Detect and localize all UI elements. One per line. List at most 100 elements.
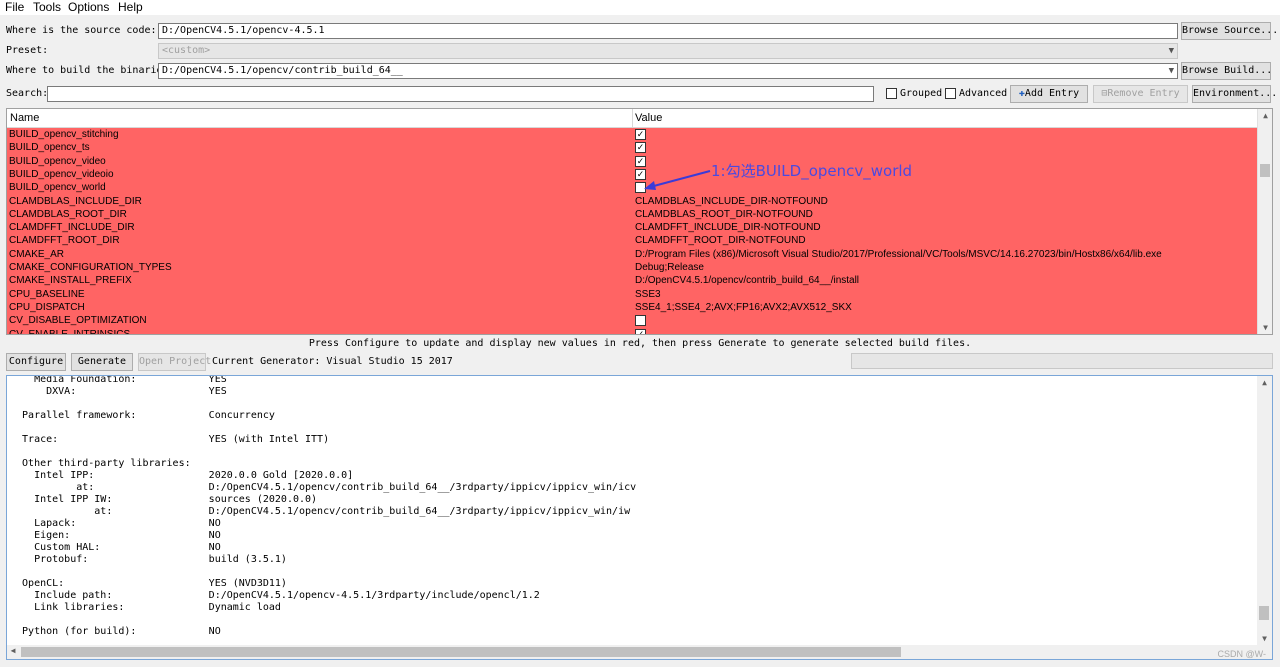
output-horizontal-scrollbar[interactable]: ◀: [7, 645, 1257, 659]
cache-table: Name Value BUILD_opencv_stitching ✓ BUILD_…: [6, 108, 1273, 335]
table-rows: BUILD_opencv_stitching ✓ BUILD_opencv_ts ✓ B…: [7, 128, 1258, 335]
generate-button[interactable]: Generate: [71, 353, 133, 371]
current-generator: Current Generator: Visual Studio 15 2017: [212, 356, 453, 367]
unchecked-checkbox-icon[interactable]: [635, 315, 646, 327]
preset-value: <custom>: [162, 45, 211, 56]
scroll-up-icon[interactable]: ▲: [1257, 378, 1272, 387]
row-name: CLAMDFFT_ROOT_DIR: [9, 235, 120, 247]
checked-checkbox-icon[interactable]: ✓: [635, 129, 646, 140]
advanced-label: Advanced: [959, 88, 1008, 99]
scroll-up-icon[interactable]: ▲: [1258, 111, 1272, 120]
table-row[interactable]: CLAMDFFT_ROOT_DIR CLAMDFFT_ROOT_DIR-NOTFO…: [7, 234, 1258, 247]
menu-bar: File Tools Options Help: [0, 0, 1280, 15]
table-row[interactable]: CLAMDFFT_INCLUDE_DIR CLAMDFFT_INCLUDE_DIR…: [7, 221, 1258, 234]
preset-label: Preset:: [6, 45, 49, 56]
configure-button[interactable]: Configure: [6, 353, 66, 371]
add-entry-button[interactable]: ✚Add Entry: [1010, 85, 1088, 103]
progress-bar: [851, 353, 1273, 369]
menu-options[interactable]: Options: [68, 0, 109, 15]
table-row[interactable]: CV_DISABLE_OPTIMIZATION: [7, 314, 1258, 327]
row-name: CMAKE_INSTALL_PREFIX: [9, 275, 132, 287]
remove-entry-label: Remove Entry: [1107, 88, 1180, 99]
table-row[interactable]: BUILD_opencv_world: [7, 181, 1258, 194]
row-value[interactable]: CLAMDBLAS_INCLUDE_DIR-NOTFOUND: [635, 195, 828, 208]
row-value[interactable]: CLAMDFFT_ROOT_DIR-NOTFOUND: [635, 234, 806, 247]
row-value[interactable]: SSE3: [635, 288, 661, 301]
browse-build-button[interactable]: Browse Build...: [1181, 62, 1272, 80]
table-row[interactable]: BUILD_opencv_stitching ✓: [7, 128, 1258, 141]
browse-source-button[interactable]: Browse Source...: [1181, 22, 1278, 40]
row-name: BUILD_opencv_world: [9, 182, 106, 194]
hint-text: Press Configure to update and display ne…: [308, 338, 972, 349]
table-row[interactable]: CMAKE_CONFIGURATION_TYPES Debug;Release: [7, 261, 1258, 274]
chevron-down-icon: ▼: [1168, 66, 1174, 76]
build-path-value: D:/OpenCV4.5.1/opencv/contrib_build_64__: [162, 65, 403, 76]
advanced-checkbox[interactable]: [945, 88, 956, 99]
source-path-value: D:/OpenCV4.5.1/opencv-4.5.1: [162, 25, 325, 36]
row-name: BUILD_opencv_videoio: [9, 168, 114, 180]
column-separator[interactable]: [632, 109, 633, 128]
menu-tools[interactable]: Tools: [33, 0, 61, 15]
table-row[interactable]: CLAMDBLAS_ROOT_DIR CLAMDBLAS_ROOT_DIR-NOT…: [7, 208, 1258, 221]
scrollbar-thumb[interactable]: [1260, 164, 1270, 177]
table-row[interactable]: CPU_DISPATCH SSE4_1;SSE4_2;AVX;FP16;AVX2;…: [7, 301, 1258, 314]
table-row[interactable]: CV_ENABLE_INTRINSICS ✓: [7, 328, 1258, 335]
table-header: Name Value: [7, 109, 1258, 128]
row-value[interactable]: D:/OpenCV4.5.1/opencv/contrib_build_64__…: [635, 274, 859, 287]
menu-help[interactable]: Help: [118, 0, 143, 15]
table-row[interactable]: CPU_BASELINE SSE3: [7, 288, 1258, 301]
scrollbar-thumb[interactable]: [1259, 606, 1269, 620]
search-input[interactable]: [47, 86, 874, 102]
scroll-left-icon[interactable]: ◀: [7, 646, 19, 655]
table-row[interactable]: BUILD_opencv_videoio ✓: [7, 168, 1258, 181]
row-name: CPU_DISPATCH: [9, 301, 85, 313]
annotation-arrow-icon: [644, 170, 711, 190]
row-value[interactable]: SSE4_1;SSE4_2;AVX;FP16;AVX2;AVX512_SKX: [635, 301, 852, 314]
environment-button[interactable]: Environment...: [1192, 85, 1277, 103]
watermark: CSDN @W-: [1217, 649, 1266, 659]
scroll-down-icon[interactable]: ▼: [1258, 323, 1272, 332]
source-label: Where is the source code:: [6, 25, 157, 36]
row-name: CLAMDBLAS_ROOT_DIR: [9, 208, 127, 220]
column-header-value[interactable]: Value: [635, 112, 662, 124]
row-value[interactable]: CLAMDFFT_INCLUDE_DIR-NOTFOUND: [635, 221, 821, 234]
row-name: CLAMDBLAS_INCLUDE_DIR: [9, 195, 142, 207]
build-path-select[interactable]: D:/OpenCV4.5.1/opencv/contrib_build_64__…: [158, 63, 1178, 79]
grouped-label: Grouped: [900, 88, 943, 99]
row-name: CV_DISABLE_OPTIMIZATION: [9, 315, 147, 327]
checked-checkbox-icon[interactable]: ✓: [635, 142, 646, 154]
output-vertical-scrollbar[interactable]: ▲ ▼: [1257, 376, 1272, 659]
row-value[interactable]: D:/Program Files (x86)/Microsoft Visual …: [635, 248, 1162, 261]
remove-entry-button[interactable]: ⊟Remove Entry: [1093, 85, 1188, 103]
row-name: CV_ENABLE_INTRINSICS: [9, 328, 131, 335]
preset-select[interactable]: <custom> ▼: [158, 43, 1178, 59]
scroll-down-icon[interactable]: ▼: [1257, 634, 1272, 643]
menu-file[interactable]: File: [5, 0, 24, 15]
open-project-button[interactable]: Open Project: [138, 353, 211, 371]
table-row[interactable]: CMAKE_INSTALL_PREFIX D:/OpenCV4.5.1/openc…: [7, 274, 1258, 287]
row-name: CMAKE_AR: [9, 248, 65, 260]
table-vertical-scrollbar[interactable]: ▲ ▼: [1257, 109, 1272, 334]
grouped-checkbox[interactable]: [886, 88, 897, 99]
table-row[interactable]: CMAKE_AR D:/Program Files (x86)/Microsoft…: [7, 248, 1258, 261]
scrollbar-thumb[interactable]: [21, 647, 901, 657]
row-name: CMAKE_CONFIGURATION_TYPES: [9, 262, 172, 273]
output-text: Media Foundation: YES DXVA: YES Parallel…: [22, 375, 637, 637]
build-label: Where to build the binaries:: [6, 65, 175, 76]
output-log[interactable]: Media Foundation: YES DXVA: YES Parallel…: [6, 375, 1273, 660]
table-row[interactable]: CLAMDBLAS_INCLUDE_DIR CLAMDBLAS_INCLUDE_D…: [7, 195, 1258, 208]
table-row[interactable]: BUILD_opencv_video ✓: [7, 155, 1258, 168]
column-header-name[interactable]: Name: [10, 112, 39, 124]
source-path-field[interactable]: D:/OpenCV4.5.1/opencv-4.5.1: [158, 23, 1178, 39]
annotation-text: 1:勾选BUILD_opencv_world: [711, 162, 913, 180]
row-name: CLAMDFFT_INCLUDE_DIR: [9, 222, 135, 234]
chevron-down-icon: ▼: [1168, 46, 1174, 56]
row-name: BUILD_opencv_video: [9, 155, 106, 167]
table-row[interactable]: BUILD_opencv_ts ✓: [7, 141, 1258, 154]
row-value[interactable]: Debug;Release: [635, 261, 704, 274]
row-name: CPU_BASELINE: [9, 288, 85, 300]
add-entry-label: Add Entry: [1024, 88, 1080, 99]
row-value[interactable]: CLAMDBLAS_ROOT_DIR-NOTFOUND: [635, 208, 813, 221]
checked-checkbox-icon[interactable]: ✓: [635, 328, 646, 334]
row-name: BUILD_opencv_ts: [9, 142, 90, 154]
